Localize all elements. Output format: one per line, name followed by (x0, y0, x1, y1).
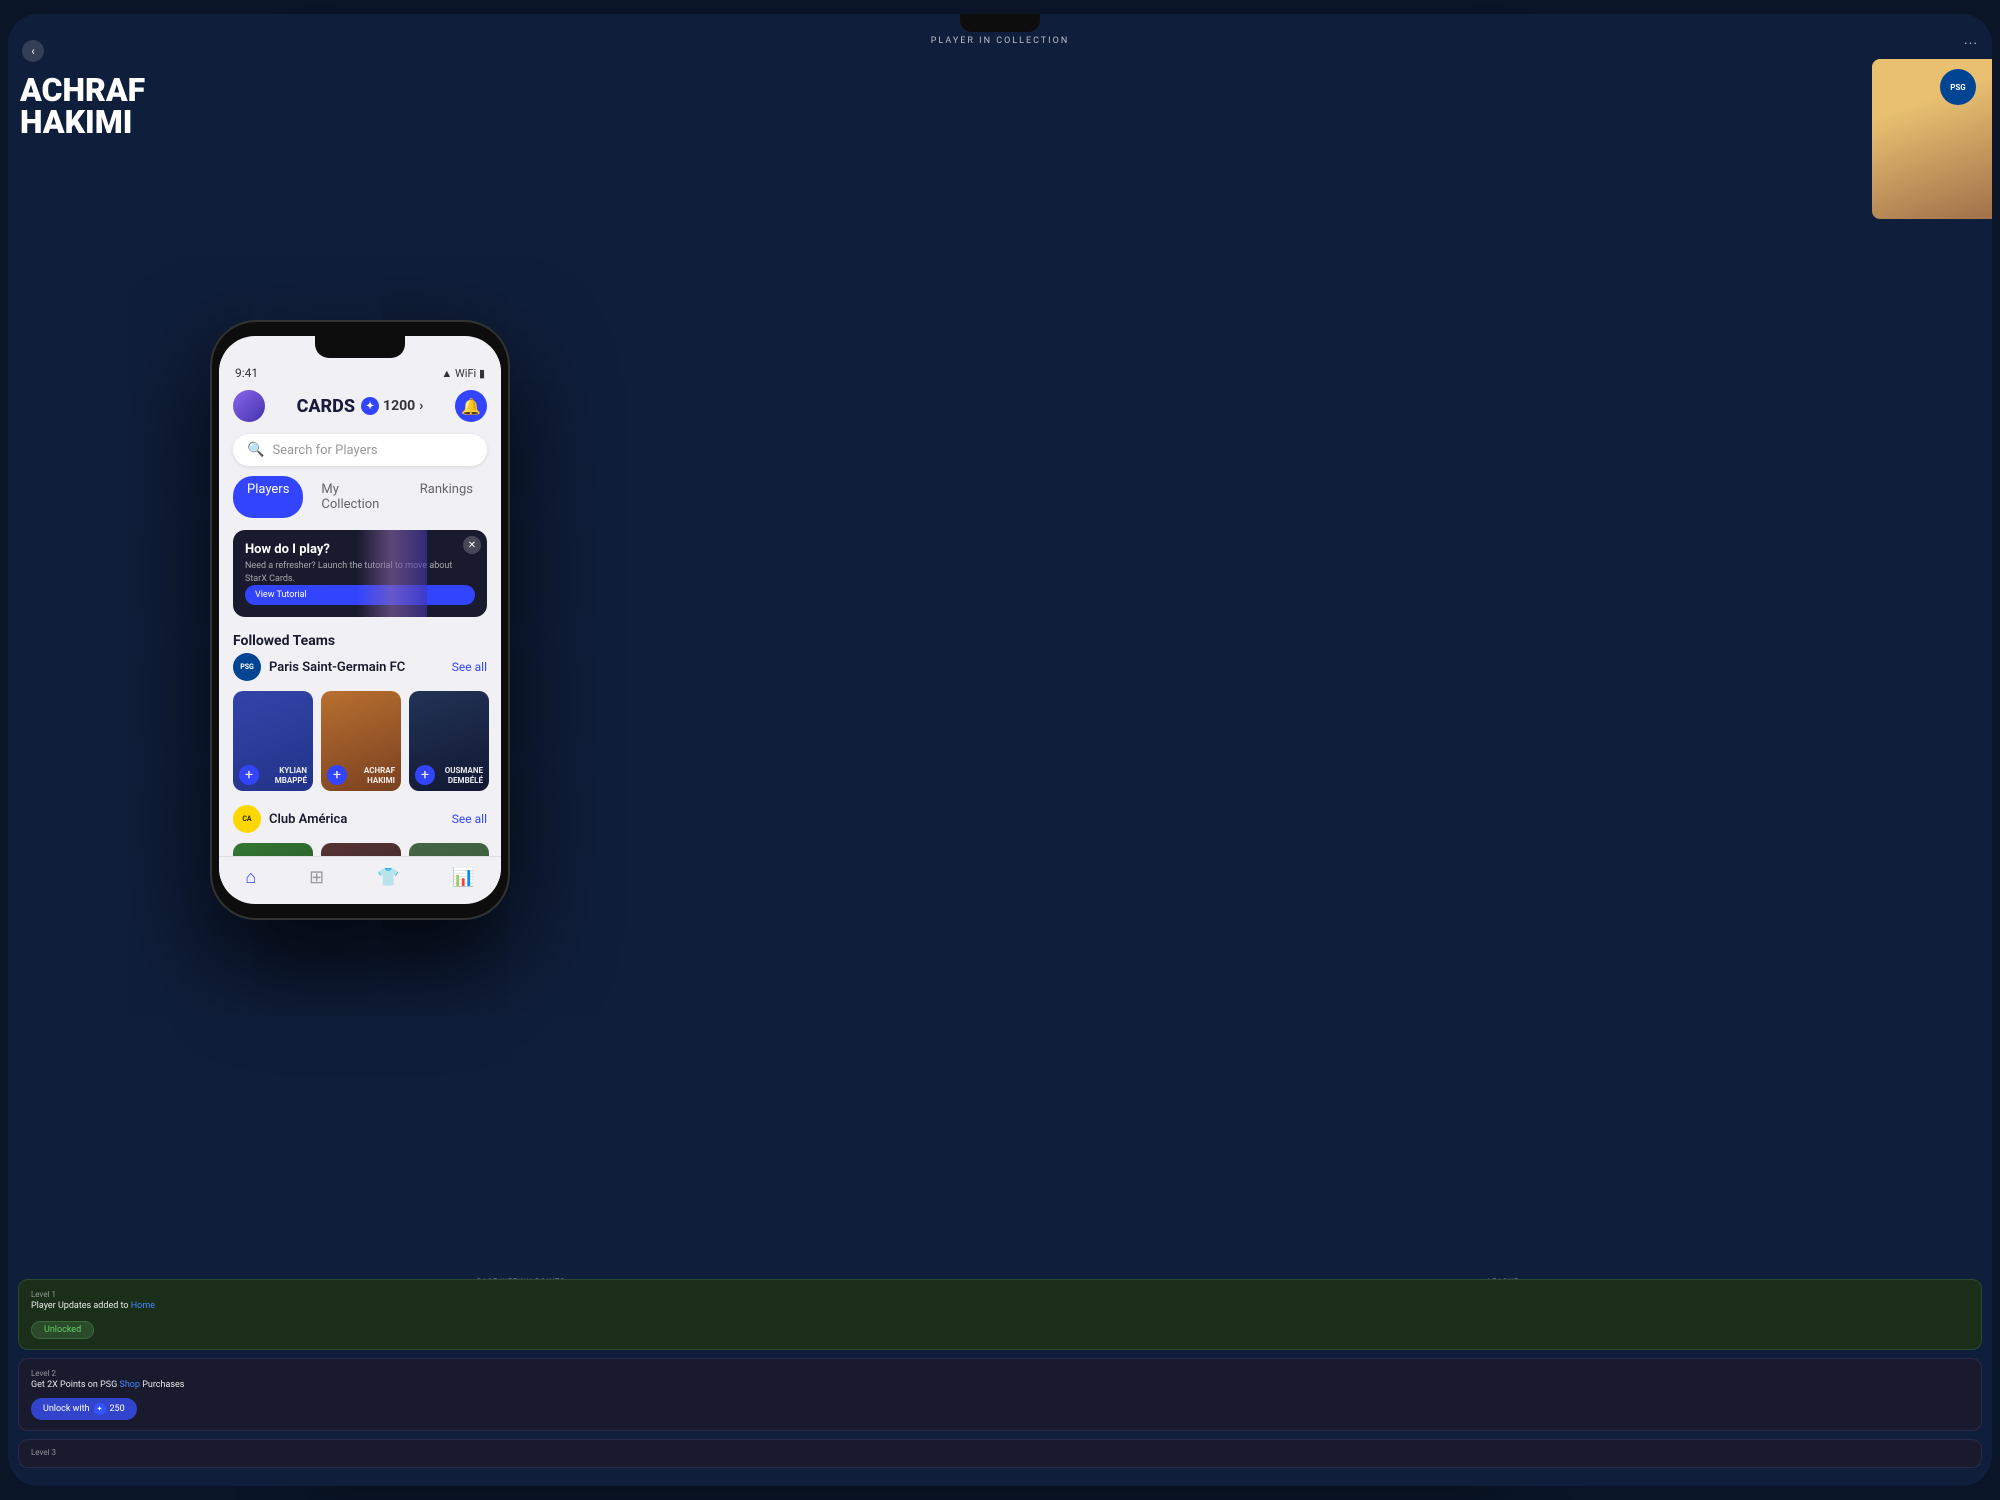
pf-team1-name: Paris Saint-Germain FC (269, 660, 405, 675)
pf-team2-name: Club América (269, 812, 347, 827)
pb-name-line2: HAKIMI (20, 106, 145, 138)
pf-nav-rankings-icon: 📊 (452, 867, 474, 888)
pf-nav-cards[interactable]: ⊞ (309, 867, 324, 888)
pf-team2-see-all[interactable]: See all (452, 812, 487, 826)
pb-shop-link: Shop (119, 1380, 140, 1390)
pf-notch (315, 336, 405, 358)
pf-followed-header: Followed Teams (219, 625, 501, 653)
pf-nav-rankings[interactable]: 📊 (452, 867, 474, 888)
pb-dots-menu[interactable]: ··· (1964, 36, 1978, 52)
pb-player-label: PLAYER IN COLLECTION (8, 36, 1992, 46)
pb-coin-icon: ✦ (94, 1403, 106, 1415)
pf-team2-badge: CA (233, 805, 261, 833)
pf-points: ✦ 1200 › (361, 397, 423, 415)
pb-unlock-btn[interactable]: Unlock with ✦ 250 (31, 1398, 137, 1420)
pf-center-header: CARDS ✦ 1200 › (297, 396, 424, 417)
pf-player-hakimi: + ACHRAFHAKIMI (321, 691, 401, 791)
pf-points-val: 1200 (383, 398, 415, 414)
pf-nav-home[interactable]: ⌂ (245, 867, 256, 888)
pf-tab-rankings[interactable]: Rankings (406, 476, 487, 518)
pf-tutorial-card: How do I play? Need a refresher? Launch … (233, 530, 487, 617)
pf-search-placeholder: Search for Players (272, 443, 377, 458)
pf-header: CARDS ✦ 1200 › 🔔 (219, 384, 501, 428)
pb-level2-desc: Get 2X Points on PSG Shop Purchases (31, 1380, 1969, 1390)
pb-level1-label: Level 1 (31, 1290, 1969, 1299)
pf-close-btn[interactable]: ✕ (463, 536, 481, 554)
pb-player-name: ACHRAF HAKIMI (20, 74, 145, 138)
pf-tutorial-img (357, 530, 427, 617)
phone-front-screen: 9:41 ▲ WiFi ▮ CARDS ✦ 1200 › 🔔 🔍 Search … (219, 336, 501, 904)
pf-points-star: ✦ (361, 397, 379, 415)
pb-level1-desc: Player Updates added to Home (31, 1301, 1969, 1311)
pf-tab-players[interactable]: Players (233, 476, 303, 518)
pb-level2-label: Level 2 (31, 1369, 1969, 1378)
pf-tab-collection[interactable]: My Collection (307, 476, 401, 518)
pb-psg-badge: PSG (1940, 69, 1976, 105)
pf-status-bar: 9:41 ▲ WiFi ▮ (219, 358, 501, 384)
pf-player-dembele: + OUSMANEDEMBÉLÉ (409, 691, 489, 791)
pf-team1-players: + KYLIANMBAPPÉ + ACHRAFHAKIMI + OUSMANED… (219, 685, 501, 797)
pb-level-card-2: Level 2 Get 2X Points on PSG Shop Purcha… (18, 1358, 1982, 1431)
pf-nav-starassets[interactable]: 👕 (377, 867, 399, 888)
pb-level-card-3: Level 3 (18, 1439, 1982, 1468)
pf-avatar (233, 390, 265, 422)
pf-team1-see-all[interactable]: See all (452, 660, 487, 674)
pf-team2-header: CA Club América See all (219, 797, 501, 837)
pf-cards-label: CARDS (297, 396, 355, 417)
pf-team2-name-row: CA Club América (233, 805, 347, 833)
pf-notif-btn[interactable]: 🔔 (455, 390, 487, 422)
pb-unlock-pts: 250 (110, 1404, 125, 1414)
pf-player-mbappe: + KYLIANMBAPPÉ (233, 691, 313, 791)
pf-nav-starassets-icon: 👕 (377, 867, 399, 888)
pf-search-icon: 🔍 (247, 442, 264, 458)
pf-followed-title: Followed Teams (233, 633, 335, 649)
pf-player-mbappe-name: KYLIANMBAPPÉ (275, 766, 307, 785)
pf-tabs: Players My Collection Rankings (219, 472, 501, 522)
pf-team1-name-row: PSG Paris Saint-Germain FC (233, 653, 405, 681)
pb-home-link: Home (131, 1301, 155, 1311)
pf-nav-home-icon: ⌂ (245, 867, 256, 888)
pf-status-icons: ▲ WiFi ▮ (441, 367, 485, 380)
pf-team1-header: PSG Paris Saint-Germain FC See all (219, 653, 501, 685)
pf-nav-cards-icon: ⊞ (309, 867, 324, 888)
pf-player-hakimi-name: ACHRAFHAKIMI (364, 766, 395, 785)
pf-chevron: › (419, 398, 423, 414)
pb-level3-label: Level 3 (31, 1448, 1969, 1457)
pb-unlocked-badge: Unlocked (31, 1321, 94, 1339)
pf-team1-badge: PSG (233, 653, 261, 681)
pb-name-line1: ACHRAF (20, 74, 145, 106)
phone-front-device: 9:41 ▲ WiFi ▮ CARDS ✦ 1200 › 🔔 🔍 Search … (210, 320, 510, 920)
pf-bottom-nav: ⌂ ⊞ 👕 📊 (219, 856, 501, 904)
pf-search-bar[interactable]: 🔍 Search for Players (233, 434, 487, 466)
pb-unlock-label: Unlock with (43, 1404, 90, 1414)
pb-notch (960, 14, 1040, 32)
pb-level-card-1: Level 1 Player Updates added to Home Unl… (18, 1279, 1982, 1350)
pf-time: 9:41 (235, 366, 258, 380)
pb-level-cards: Level 1 Player Updates added to Home Unl… (8, 1279, 1992, 1486)
pf-player-dembele-name: OUSMANEDEMBÉLÉ (445, 766, 483, 785)
